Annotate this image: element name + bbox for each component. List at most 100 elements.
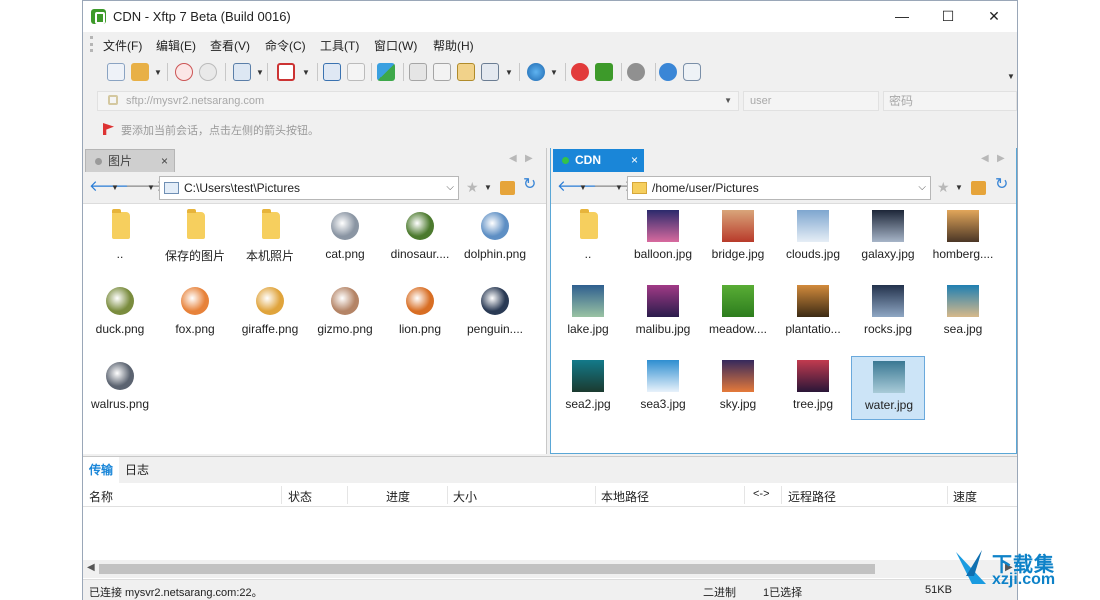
file-item[interactable]: walrus.png	[83, 356, 157, 420]
chevron-down-icon[interactable]: ▼	[147, 183, 155, 192]
file-item[interactable]: lion.png	[383, 281, 457, 345]
copy-icon[interactable]	[409, 63, 427, 81]
file-item[interactable]: 保存的图片	[158, 206, 232, 270]
file-item[interactable]: penguin....	[458, 281, 532, 345]
col-status[interactable]: 状态	[288, 488, 312, 505]
file-item[interactable]: bridge.jpg	[701, 206, 775, 270]
transfer-mode[interactable]: 二进制	[703, 584, 736, 600]
chevron-down-icon[interactable]: ▼	[111, 183, 119, 192]
chevron-down-icon[interactable]: ▼	[724, 92, 732, 110]
tab-log[interactable]: 日志	[119, 457, 155, 483]
reconnect-icon[interactable]	[199, 63, 217, 81]
file-item[interactable]: gizmo.png	[308, 281, 382, 345]
toolbar-overflow-icon[interactable]: ▼	[1007, 72, 1015, 81]
disconnect-icon[interactable]	[175, 63, 193, 81]
column-divider[interactable]	[781, 486, 782, 504]
tab-cdn[interactable]: CDN ×	[553, 149, 644, 172]
file-item[interactable]: water.jpg	[851, 356, 925, 420]
file-item[interactable]: sea2.jpg	[551, 356, 625, 420]
col-name[interactable]: 名称	[89, 488, 113, 505]
globe-icon[interactable]	[527, 63, 545, 81]
file-item[interactable]: duck.png	[83, 281, 157, 345]
tab-transfers[interactable]: 传输	[83, 457, 120, 483]
col-remote-path[interactable]: 远程路径	[788, 488, 836, 505]
column-divider[interactable]	[281, 486, 282, 504]
file-item[interactable]: lake.jpg	[551, 281, 625, 345]
col-size[interactable]: 大小	[453, 488, 477, 505]
chevron-down-icon[interactable]: ▼	[955, 183, 963, 192]
file-item[interactable]: ..	[83, 206, 157, 270]
tab-prev-icon[interactable]: ◀	[509, 153, 517, 164]
file-item[interactable]: sea.jpg	[926, 281, 1000, 345]
file-item[interactable]: ..	[551, 206, 625, 270]
menu-command[interactable]: 命令(C)	[265, 37, 306, 54]
close-icon[interactable]: ×	[631, 149, 638, 171]
file-item[interactable]: malibu.jpg	[626, 281, 700, 345]
file-item[interactable]: homberg....	[926, 206, 1000, 270]
chevron-down-icon[interactable]: ▼	[550, 68, 558, 77]
file-item[interactable]: meadow....	[701, 281, 775, 345]
local-path-field[interactable]: C:\Users\test\Pictures ⌵	[159, 176, 459, 200]
file-item[interactable]: dinosaur....	[383, 206, 457, 270]
file-item[interactable]: 本机照片	[233, 206, 307, 270]
col-local-path[interactable]: 本地路径	[601, 488, 649, 505]
play-icon[interactable]	[277, 63, 295, 81]
upload-icon[interactable]	[323, 63, 341, 81]
refresh-icon[interactable]: ↻	[995, 177, 1008, 193]
chevron-down-icon[interactable]: ⌵	[446, 177, 454, 199]
new-tab-icon[interactable]	[233, 63, 251, 81]
column-divider[interactable]	[595, 486, 596, 504]
close-icon[interactable]: ×	[161, 150, 168, 172]
tab-next-icon[interactable]: ▶	[997, 153, 1005, 164]
chevron-down-icon[interactable]: ▼	[615, 183, 623, 192]
gear-icon[interactable]	[627, 63, 645, 81]
scrollbar-thumb[interactable]	[99, 564, 875, 574]
menu-tools[interactable]: 工具(T)	[320, 37, 359, 54]
bookmark-flag-icon[interactable]	[103, 123, 114, 135]
star-icon[interactable]: ★	[466, 180, 479, 194]
col-direction[interactable]: <->	[753, 488, 770, 500]
open-folder-icon[interactable]	[131, 63, 149, 81]
column-divider[interactable]	[947, 486, 948, 504]
chevron-down-icon[interactable]: ▼	[484, 183, 492, 192]
menu-edit[interactable]: 编辑(E)	[156, 37, 196, 54]
menu-window[interactable]: 窗口(W)	[374, 37, 417, 54]
paste-icon[interactable]	[433, 63, 451, 81]
clipboard-icon[interactable]	[457, 63, 475, 81]
remote-path-field[interactable]: /home/user/Pictures ⌵	[627, 176, 931, 200]
chevron-down-icon[interactable]: ▼	[505, 68, 513, 77]
sync-arrows-icon[interactable]	[377, 63, 395, 81]
scroll-left-icon[interactable]: ◀	[87, 562, 95, 573]
file-item[interactable]: plantatio...	[776, 281, 850, 345]
minimize-button[interactable]: —	[879, 1, 925, 32]
chevron-down-icon[interactable]: ▼	[154, 68, 162, 77]
column-divider[interactable]	[347, 486, 348, 504]
maximize-button[interactable]: ☐	[925, 1, 971, 32]
home-icon[interactable]	[971, 181, 986, 195]
refresh-icon[interactable]: ↻	[523, 177, 536, 193]
new-session-icon[interactable]	[107, 63, 125, 81]
xftp-icon[interactable]	[595, 63, 613, 81]
column-divider[interactable]	[447, 486, 448, 504]
file-item[interactable]: fox.png	[158, 281, 232, 345]
file-item[interactable]: giraffe.png	[233, 281, 307, 345]
menu-file[interactable]: 文件(F)	[103, 37, 142, 54]
close-button[interactable]: ✕	[971, 1, 1017, 32]
back-arrow-icon[interactable]: 🡐	[89, 179, 129, 194]
file-item[interactable]: sky.jpg	[701, 356, 775, 420]
col-speed[interactable]: 速度	[953, 488, 977, 505]
chat-icon[interactable]	[683, 63, 701, 81]
home-icon[interactable]	[500, 181, 515, 195]
column-divider[interactable]	[744, 486, 745, 504]
file-item[interactable]: clouds.jpg	[776, 206, 850, 270]
file-item[interactable]: tree.jpg	[776, 356, 850, 420]
file-item[interactable]: balloon.jpg	[626, 206, 700, 270]
username-input[interactable]: user	[743, 91, 879, 111]
back-arrow-icon[interactable]: 🡐	[557, 179, 597, 194]
xshell-icon[interactable]	[571, 63, 589, 81]
tab-local-pictures[interactable]: 图片 ×	[85, 149, 175, 172]
file-item[interactable]: sea3.jpg	[626, 356, 700, 420]
password-input[interactable]: 密码	[883, 91, 1017, 111]
col-progress[interactable]: 进度	[386, 488, 410, 505]
file-item[interactable]: dolphin.png	[458, 206, 532, 270]
